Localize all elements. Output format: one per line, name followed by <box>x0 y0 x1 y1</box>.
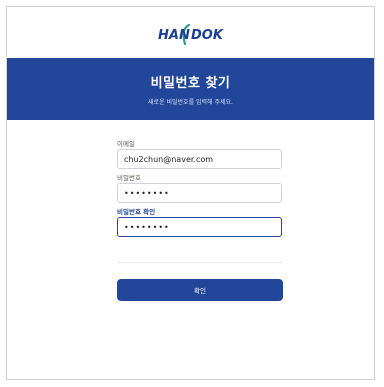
password-label: 비밀번호 <box>117 174 141 182</box>
page-frame: HAN DOK 비밀번호 찾기 새로운 비밀번호를 입력해 주세요. 이메일 c… <box>6 6 375 380</box>
brand-logo: HAN DOK <box>7 17 374 53</box>
confirm-password-field[interactable]: •••••••• <box>117 217 282 237</box>
email-label: 이메일 <box>117 140 135 148</box>
reset-password-form: 이메일 chu2chun@naver.com 비밀번호 •••••••• 비밀번… <box>117 140 282 237</box>
password-field[interactable]: •••••••• <box>117 183 282 203</box>
confirm-button[interactable]: 확인 <box>117 279 283 301</box>
password-group: 비밀번호 •••••••• <box>117 174 282 203</box>
header-banner: 비밀번호 찾기 새로운 비밀번호를 입력해 주세요. <box>7 58 374 120</box>
email-field[interactable]: chu2chun@naver.com <box>117 149 282 169</box>
email-group: 이메일 chu2chun@naver.com <box>117 140 282 169</box>
page-title: 비밀번호 찾기 <box>150 76 231 91</box>
page-subtitle: 새로운 비밀번호를 입력해 주세요. <box>148 99 233 106</box>
svg-text:DOK: DOK <box>191 28 224 43</box>
svg-text:HAN: HAN <box>158 28 190 43</box>
confirm-password-group: 비밀번호 확인 •••••••• <box>117 208 282 237</box>
form-divider <box>117 262 283 263</box>
handok-logo-icon: HAN DOK <box>158 23 224 46</box>
confirm-password-label: 비밀번호 확인 <box>117 208 156 216</box>
